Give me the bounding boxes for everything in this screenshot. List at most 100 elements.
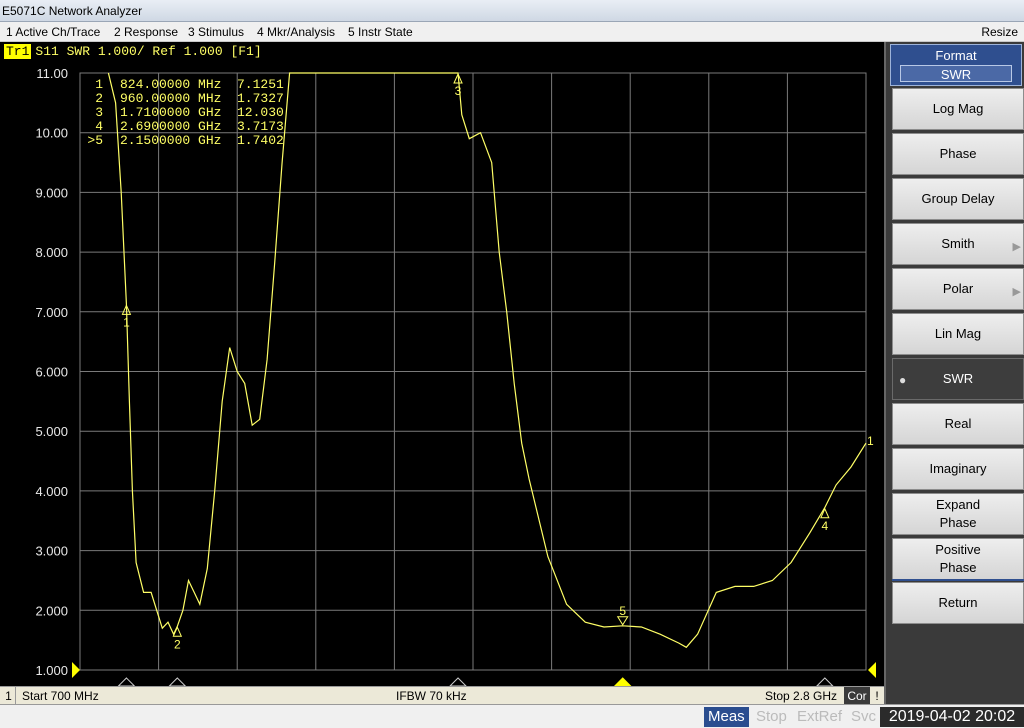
marker-table-value: 7.1251 xyxy=(237,77,284,92)
menu-response[interactable]: 2 Response xyxy=(114,22,178,42)
y-tick-label: 5.000 xyxy=(35,424,68,439)
stop-indicator: Stop xyxy=(756,708,787,725)
marker-table-value: 1.7402 xyxy=(237,133,284,148)
marker-4-bottom-indicator xyxy=(816,677,834,686)
stop-frequency: Stop 2.8 GHz xyxy=(765,689,838,703)
y-tick-label: 11.00 xyxy=(36,66,68,81)
softkey-imaginary[interactable]: Imaginary xyxy=(892,448,1024,490)
softkey-log-mag[interactable]: Log Mag xyxy=(892,88,1024,130)
menu-stimulus[interactable]: 3 Stimulus xyxy=(188,22,244,42)
trace-layer: 1 xyxy=(107,72,874,649)
window-title-bar: E5071C Network Analyzer xyxy=(0,0,1024,22)
marker-5-label: 5 xyxy=(619,604,626,618)
y-tick-label: 7.000 xyxy=(35,305,68,320)
window-title: E5071C Network Analyzer xyxy=(2,4,143,18)
chart-grid xyxy=(79,72,867,671)
softkey-label: SWR xyxy=(942,371,974,386)
y-tick-label: 2.000 xyxy=(35,603,68,618)
marker-table-freq: 960.00000 MHz xyxy=(120,91,221,106)
softkey-label: Imaginary xyxy=(929,461,987,476)
softkey-smith[interactable]: Smith ▶ xyxy=(892,223,1024,265)
softkey-swr[interactable]: ● SWR xyxy=(892,358,1024,400)
marker-3-label: 3 xyxy=(455,84,462,98)
marker-table-freq: 1.7100000 GHz xyxy=(120,105,221,120)
menu-resize[interactable]: Resize xyxy=(981,22,1018,42)
ref-right-arrow xyxy=(868,662,876,678)
softkey-label: Return xyxy=(938,595,978,610)
softkey-phase[interactable]: Phase xyxy=(892,133,1024,175)
swr-trace xyxy=(107,72,867,649)
softkey-label: Real xyxy=(944,416,972,431)
menu-active-ch-trace[interactable]: 1 Active Ch/Trace xyxy=(6,22,100,42)
softkey-label: Lin Mag xyxy=(934,326,982,341)
instrument-status-bar: Meas Stop ExtRef Svc 2019-04-02 20:02 xyxy=(0,704,1024,728)
menu-instr-state[interactable]: 5 Instr State xyxy=(348,22,413,42)
menu-mkr-analysis[interactable]: 4 Mkr/Analysis xyxy=(257,22,335,42)
softkey-label: Polar xyxy=(942,281,974,296)
softkey-group-delay[interactable]: Group Delay xyxy=(892,178,1024,220)
extref-indicator: ExtRef xyxy=(797,708,843,725)
marker-4-label: 4 xyxy=(821,519,828,533)
marker-5-triangle xyxy=(616,616,629,626)
chart-area: 11.00 10.00 9.000 8.000 7.000 6.000 5.000 4.000… xyxy=(0,42,884,686)
channel-number: 1 xyxy=(2,687,16,705)
submenu-arrow-icon: ▶ xyxy=(1012,241,1021,253)
marker-table-freq: 2.6900000 GHz xyxy=(120,119,221,134)
softkey-panel: Format SWR Log Mag Phase Group Delay Smi… xyxy=(884,42,1024,704)
ref-left-arrow xyxy=(72,662,80,678)
softkey-real[interactable]: Real xyxy=(892,403,1024,445)
trace-end-label: 1 xyxy=(867,434,874,448)
menu-bar: 1 Active Ch/Trace 2 Response 3 Stimulus … xyxy=(0,22,1024,42)
y-tick-labels: 11.00 10.00 9.000 8.000 7.000 6.000 5.000 4.000… xyxy=(35,66,68,678)
softkey-label: Expand Phase xyxy=(935,497,981,530)
marker-table-value: 1.7327 xyxy=(237,91,284,106)
y-tick-label: 9.000 xyxy=(35,185,68,200)
ifbw: IFBW 70 kHz xyxy=(396,689,467,703)
start-frequency: Start 700 MHz xyxy=(22,689,99,703)
channel-status-bar: 1 Start 700 MHz IFBW 70 kHz Stop 2.8 GHz… xyxy=(0,686,884,705)
y-tick-label: 10.00 xyxy=(35,126,68,141)
marker-table-id: >5 xyxy=(87,133,103,148)
marker-table-freq: 824.00000 MHz xyxy=(120,77,221,92)
format-menu-header[interactable]: Format SWR xyxy=(890,44,1022,86)
meas-indicator: Meas xyxy=(704,707,749,727)
softkey-label: Log Mag xyxy=(932,101,984,116)
marker-table-id: 4 xyxy=(95,119,103,134)
softkey-polar[interactable]: Polar ▶ xyxy=(892,268,1024,310)
trace-badge[interactable]: Tr1 xyxy=(4,44,32,59)
marker-table-id: 1 xyxy=(95,77,103,92)
y-tick-label: 3.000 xyxy=(35,544,68,559)
marker-1-label: 1 xyxy=(123,315,130,329)
correction-indicator: Cor xyxy=(844,687,870,705)
marker-1-bottom-indicator xyxy=(117,677,136,686)
softkey-label: Smith xyxy=(941,236,975,251)
softkey-lin-mag[interactable]: Lin Mag xyxy=(892,313,1024,355)
warning-indicator: ! xyxy=(875,689,879,703)
marker-table-value: 12.030 xyxy=(237,105,284,120)
svc-indicator: Svc xyxy=(851,708,877,725)
softkey-label: Phase xyxy=(939,146,977,161)
marker-3-bottom-indicator xyxy=(449,677,467,686)
softkey-label: Positive Phase xyxy=(935,542,981,575)
softkey-return[interactable]: Return xyxy=(892,582,1024,624)
softkey-expand-phase[interactable]: Expand Phase xyxy=(892,493,1024,535)
format-current-value: SWR xyxy=(900,65,1012,82)
date-time: 2019-04-02 20:02 xyxy=(880,707,1024,727)
y-tick-label: 8.000 xyxy=(35,245,68,260)
marker-2-label: 2 xyxy=(174,637,181,651)
marker-table-id: 3 xyxy=(95,105,103,120)
selected-dot-icon: ● xyxy=(899,373,907,387)
submenu-arrow-icon: ▶ xyxy=(1012,286,1021,298)
y-tick-label: 4.000 xyxy=(35,484,68,499)
marker-table-value: 3.7173 xyxy=(237,119,284,134)
softkey-positive-phase[interactable]: Positive Phase xyxy=(892,538,1024,580)
trace-header: Tr1 S11 SWR 1.000/ Ref 1.000 [F1] xyxy=(4,44,262,59)
marker-table-id: 2 xyxy=(95,91,103,106)
softkey-label: Group Delay xyxy=(921,191,995,206)
y-tick-label: 6.000 xyxy=(35,365,68,380)
softkey-separator xyxy=(892,579,1024,581)
swr-chart: 11.00 10.00 9.000 8.000 7.000 6.000 5.000 4.000… xyxy=(35,66,876,686)
trace-label: S11 SWR 1.000/ Ref 1.000 [F1] xyxy=(35,44,262,59)
marker-table-freq: 2.1500000 GHz xyxy=(120,133,221,148)
y-tick-label: 1.000 xyxy=(35,663,68,678)
